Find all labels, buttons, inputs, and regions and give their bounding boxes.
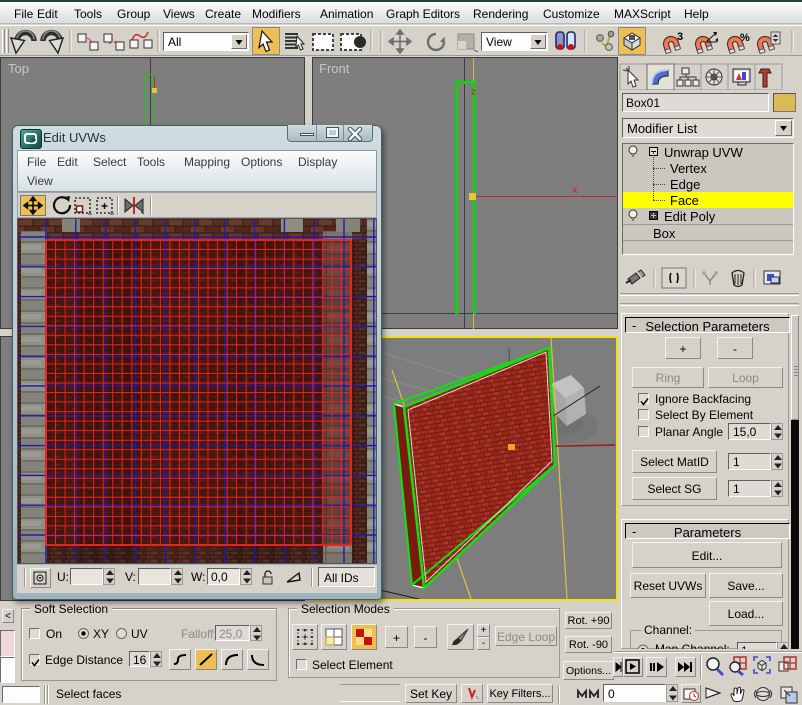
svg-text:%: % — [740, 32, 750, 44]
svg-text:3: 3 — [677, 31, 683, 43]
